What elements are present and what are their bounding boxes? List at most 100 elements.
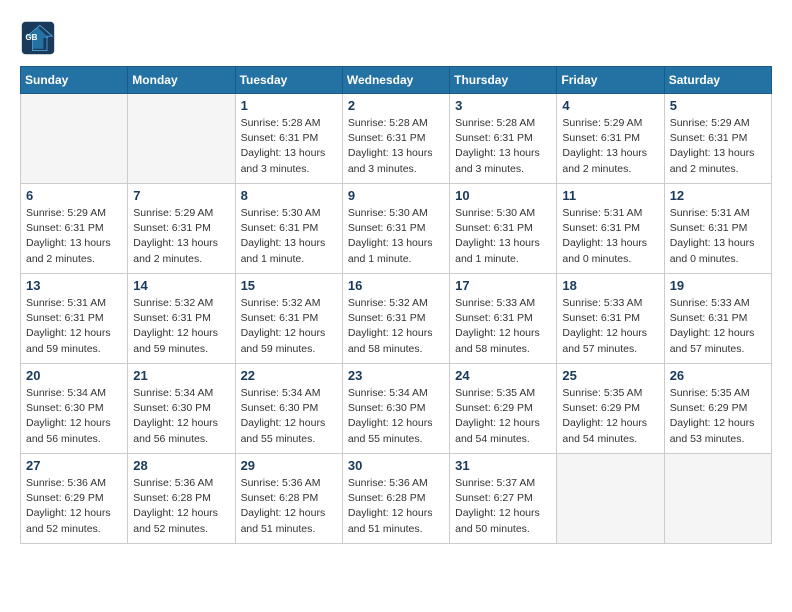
calendar-week-row: 13 Sunrise: 5:31 AM Sunset: 6:31 PM Dayli… — [21, 274, 772, 364]
day-info: Sunrise: 5:35 AM Sunset: 6:29 PM Dayligh… — [562, 386, 658, 447]
day-info: Sunrise: 5:34 AM Sunset: 6:30 PM Dayligh… — [241, 386, 337, 447]
day-number: 25 — [562, 368, 658, 383]
calendar-day-cell: 3Sunrise: 5:28 AM Sunset: 6:31 PM Daylig… — [450, 94, 557, 184]
day-info: Sunrise: 5:31 AM Sunset: 6:31 PM Dayligh… — [670, 206, 766, 267]
calendar-day-cell: 15 Sunrise: 5:32 AM Sunset: 6:31 PM Dayli… — [235, 274, 342, 364]
day-number: 2 — [348, 98, 444, 113]
day-info: Sunrise: 5:35 AM Sunset: 6:29 PM Dayligh… — [670, 386, 766, 447]
calendar-day-cell: 29 Sunrise: 5:36 AM Sunset: 6:28 PM Dayli… — [235, 454, 342, 544]
calendar-day-cell: 9 Sunrise: 5:30 AM Sunset: 6:31 PM Daylig… — [342, 184, 449, 274]
day-number: 23 — [348, 368, 444, 383]
calendar-week-row: 6Sunrise: 5:29 AM Sunset: 6:31 PM Daylig… — [21, 184, 772, 274]
calendar-weekday-header: Thursday — [450, 67, 557, 94]
day-number: 11 — [562, 188, 658, 203]
day-info: Sunrise: 5:28 AM Sunset: 6:31 PM Dayligh… — [348, 116, 444, 177]
day-number: 19 — [670, 278, 766, 293]
day-number: 15 — [241, 278, 337, 293]
day-info: Sunrise: 5:31 AM Sunset: 6:31 PM Dayligh… — [26, 296, 122, 357]
day-number: 3 — [455, 98, 551, 113]
calendar-day-cell: 23Sunrise: 5:34 AM Sunset: 6:30 PM Dayli… — [342, 364, 449, 454]
calendar-day-cell: 13 Sunrise: 5:31 AM Sunset: 6:31 PM Dayli… — [21, 274, 128, 364]
calendar-day-cell: 18 Sunrise: 5:33 AM Sunset: 6:31 PM Dayli… — [557, 274, 664, 364]
calendar-week-row: 1 Sunrise: 5:28 AM Sunset: 6:31 PM Daylig… — [21, 94, 772, 184]
calendar-day-cell: 16 Sunrise: 5:32 AM Sunset: 6:31 PM Dayli… — [342, 274, 449, 364]
day-number: 7 — [133, 188, 229, 203]
day-info: Sunrise: 5:31 AM Sunset: 6:31 PM Dayligh… — [562, 206, 658, 267]
day-info: Sunrise: 5:29 AM Sunset: 6:31 PM Dayligh… — [133, 206, 229, 267]
day-number: 29 — [241, 458, 337, 473]
day-number: 18 — [562, 278, 658, 293]
day-number: 26 — [670, 368, 766, 383]
calendar-week-row: 20 Sunrise: 5:34 AM Sunset: 6:30 PM Dayli… — [21, 364, 772, 454]
day-info: Sunrise: 5:30 AM Sunset: 6:31 PM Dayligh… — [241, 206, 337, 267]
calendar-weekday-header: Friday — [557, 67, 664, 94]
day-info: Sunrise: 5:32 AM Sunset: 6:31 PM Dayligh… — [133, 296, 229, 357]
day-info: Sunrise: 5:30 AM Sunset: 6:31 PM Dayligh… — [455, 206, 551, 267]
day-number: 24 — [455, 368, 551, 383]
day-info: Sunrise: 5:29 AM Sunset: 6:31 PM Dayligh… — [562, 116, 658, 177]
day-number: 5 — [670, 98, 766, 113]
calendar-day-cell: 19 Sunrise: 5:33 AM Sunset: 6:31 PM Dayli… — [664, 274, 771, 364]
calendar-day-cell: 6Sunrise: 5:29 AM Sunset: 6:31 PM Daylig… — [21, 184, 128, 274]
calendar-day-cell: 5 Sunrise: 5:29 AM Sunset: 6:31 PM Daylig… — [664, 94, 771, 184]
calendar-body: 1 Sunrise: 5:28 AM Sunset: 6:31 PM Daylig… — [21, 94, 772, 544]
day-info: Sunrise: 5:28 AM Sunset: 6:31 PM Dayligh… — [241, 116, 337, 177]
day-info: Sunrise: 5:35 AM Sunset: 6:29 PM Dayligh… — [455, 386, 551, 447]
calendar-weekday-header: Wednesday — [342, 67, 449, 94]
calendar-day-cell: 11 Sunrise: 5:31 AM Sunset: 6:31 PM Dayli… — [557, 184, 664, 274]
calendar-day-cell: 28Sunrise: 5:36 AM Sunset: 6:28 PM Dayli… — [128, 454, 235, 544]
calendar-day-cell: 8 Sunrise: 5:30 AM Sunset: 6:31 PM Daylig… — [235, 184, 342, 274]
day-info: Sunrise: 5:36 AM Sunset: 6:28 PM Dayligh… — [241, 476, 337, 537]
day-info: Sunrise: 5:32 AM Sunset: 6:31 PM Dayligh… — [241, 296, 337, 357]
calendar-weekday-header: Saturday — [664, 67, 771, 94]
day-info: Sunrise: 5:29 AM Sunset: 6:31 PM Dayligh… — [26, 206, 122, 267]
calendar-day-cell: 24 Sunrise: 5:35 AM Sunset: 6:29 PM Dayli… — [450, 364, 557, 454]
calendar-day-cell: 14Sunrise: 5:32 AM Sunset: 6:31 PM Dayli… — [128, 274, 235, 364]
day-info: Sunrise: 5:29 AM Sunset: 6:31 PM Dayligh… — [670, 116, 766, 177]
calendar-day-cell: 27Sunrise: 5:36 AM Sunset: 6:29 PM Dayli… — [21, 454, 128, 544]
calendar-header-row: SundayMondayTuesdayWednesdayThursdayFrid… — [21, 67, 772, 94]
day-number: 1 — [241, 98, 337, 113]
calendar-day-cell: 30 Sunrise: 5:36 AM Sunset: 6:28 PM Dayli… — [342, 454, 449, 544]
day-number: 20 — [26, 368, 122, 383]
day-number: 31 — [455, 458, 551, 473]
calendar-day-cell: 12Sunrise: 5:31 AM Sunset: 6:31 PM Dayli… — [664, 184, 771, 274]
calendar-day-cell: 4Sunrise: 5:29 AM Sunset: 6:31 PM Daylig… — [557, 94, 664, 184]
day-number: 17 — [455, 278, 551, 293]
calendar-week-row: 27Sunrise: 5:36 AM Sunset: 6:29 PM Dayli… — [21, 454, 772, 544]
calendar-day-cell — [557, 454, 664, 544]
day-number: 9 — [348, 188, 444, 203]
calendar-day-cell: 20 Sunrise: 5:34 AM Sunset: 6:30 PM Dayli… — [21, 364, 128, 454]
day-number: 30 — [348, 458, 444, 473]
calendar-day-cell — [664, 454, 771, 544]
day-number: 22 — [241, 368, 337, 383]
day-info: Sunrise: 5:33 AM Sunset: 6:31 PM Dayligh… — [670, 296, 766, 357]
day-info: Sunrise: 5:30 AM Sunset: 6:31 PM Dayligh… — [348, 206, 444, 267]
svg-text:GB: GB — [25, 33, 37, 42]
calendar-day-cell: 1 Sunrise: 5:28 AM Sunset: 6:31 PM Daylig… — [235, 94, 342, 184]
logo-icon: GB — [20, 20, 56, 56]
calendar-day-cell: 25 Sunrise: 5:35 AM Sunset: 6:29 PM Dayli… — [557, 364, 664, 454]
calendar-day-cell: 21 Sunrise: 5:34 AM Sunset: 6:30 PM Dayli… — [128, 364, 235, 454]
day-number: 16 — [348, 278, 444, 293]
day-number: 13 — [26, 278, 122, 293]
day-info: Sunrise: 5:36 AM Sunset: 6:28 PM Dayligh… — [348, 476, 444, 537]
calendar-day-cell — [128, 94, 235, 184]
calendar-day-cell: 31 Sunrise: 5:37 AM Sunset: 6:27 PM Dayli… — [450, 454, 557, 544]
calendar-day-cell: 26 Sunrise: 5:35 AM Sunset: 6:29 PM Dayli… — [664, 364, 771, 454]
day-info: Sunrise: 5:36 AM Sunset: 6:28 PM Dayligh… — [133, 476, 229, 537]
calendar-day-cell: 2 Sunrise: 5:28 AM Sunset: 6:31 PM Daylig… — [342, 94, 449, 184]
calendar-day-cell: 17 Sunrise: 5:33 AM Sunset: 6:31 PM Dayli… — [450, 274, 557, 364]
page-header: GB — [20, 20, 772, 56]
day-number: 8 — [241, 188, 337, 203]
day-info: Sunrise: 5:33 AM Sunset: 6:31 PM Dayligh… — [562, 296, 658, 357]
day-info: Sunrise: 5:34 AM Sunset: 6:30 PM Dayligh… — [133, 386, 229, 447]
day-info: Sunrise: 5:32 AM Sunset: 6:31 PM Dayligh… — [348, 296, 444, 357]
calendar-table: SundayMondayTuesdayWednesdayThursdayFrid… — [20, 66, 772, 544]
day-info: Sunrise: 5:34 AM Sunset: 6:30 PM Dayligh… — [26, 386, 122, 447]
day-info: Sunrise: 5:33 AM Sunset: 6:31 PM Dayligh… — [455, 296, 551, 357]
day-number: 21 — [133, 368, 229, 383]
day-info: Sunrise: 5:36 AM Sunset: 6:29 PM Dayligh… — [26, 476, 122, 537]
calendar-day-cell: 10Sunrise: 5:30 AM Sunset: 6:31 PM Dayli… — [450, 184, 557, 274]
day-info: Sunrise: 5:37 AM Sunset: 6:27 PM Dayligh… — [455, 476, 551, 537]
